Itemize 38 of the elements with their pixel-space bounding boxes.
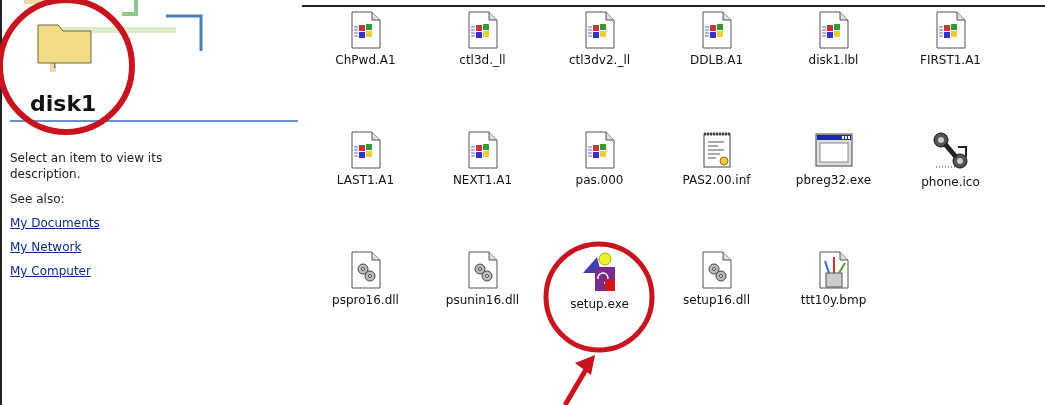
file-name[interactable]: disk1.lbl	[808, 53, 859, 67]
file-name[interactable]: NEXT1.A1	[452, 173, 513, 187]
see-also-label: See also:	[10, 192, 66, 206]
folder-title: disk1	[30, 91, 97, 116]
see-also-link[interactable]: My Network	[10, 240, 82, 254]
file-name[interactable]: psunin16.dll	[445, 293, 520, 307]
pencil-cup-icon[interactable]	[816, 251, 851, 289]
file-name[interactable]: pas.000	[575, 173, 624, 187]
file-name[interactable]: setup.exe	[570, 297, 629, 311]
windows-flag-document-icon[interactable]	[348, 11, 383, 49]
file-name[interactable]: ctl3d._ll	[459, 53, 506, 67]
file-name[interactable]: FIRST1.A1	[920, 53, 981, 67]
file-name[interactable]: LAST1.A1	[336, 173, 395, 187]
file-name[interactable]: pspro16.dll	[332, 293, 399, 307]
file-name[interactable]: setup16.dll	[683, 293, 750, 307]
windows-flag-document-icon[interactable]	[465, 11, 500, 49]
file-name[interactable]: ttt10y.bmp	[800, 293, 867, 307]
windows-flag-document-icon[interactable]	[816, 11, 851, 49]
see-also-link[interactable]: My Computer	[10, 264, 91, 278]
windows-flag-document-icon[interactable]	[699, 11, 734, 49]
file-name[interactable]: phone.ico	[921, 175, 980, 189]
file-name[interactable]: ChPwd.A1	[335, 53, 396, 67]
windows-flag-document-icon[interactable]	[465, 131, 500, 169]
file-name[interactable]: ctl3dv2._ll	[568, 53, 631, 67]
gear-document-icon[interactable]	[348, 251, 383, 289]
file-name[interactable]: pbreg32.exe	[795, 173, 872, 187]
windows-flag-document-icon[interactable]	[348, 131, 383, 169]
gear-document-icon[interactable]	[465, 251, 500, 289]
window-icon[interactable]	[813, 131, 854, 169]
file-name[interactable]: DDLB.A1	[689, 53, 744, 67]
windows-flag-document-icon[interactable]	[582, 11, 617, 49]
telephone-handset-icon[interactable]	[931, 131, 970, 171]
windows-flag-document-icon[interactable]	[933, 11, 968, 49]
windows-flag-document-icon[interactable]	[582, 131, 617, 169]
see-also-link[interactable]: My Documents	[10, 216, 100, 230]
file-name[interactable]: PAS2.00.inf	[682, 173, 751, 187]
description-text: Select an item to view its description.	[10, 150, 164, 182]
gear-document-icon[interactable]	[699, 251, 734, 289]
